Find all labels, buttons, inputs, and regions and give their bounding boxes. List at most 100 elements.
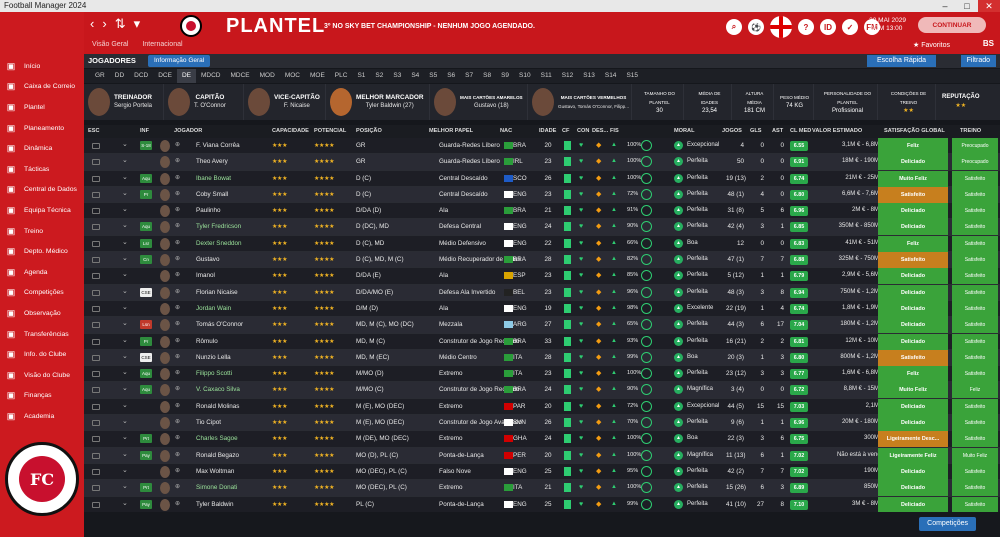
row-expand-icon[interactable]: ⌄ — [122, 221, 128, 229]
info-icon[interactable]: ⊕ — [175, 222, 180, 229]
info-icon[interactable]: ⊕ — [175, 337, 180, 344]
row-checkbox[interactable] — [92, 322, 100, 329]
sidebar-item-15[interactable]: ▣ Visão do Clube — [0, 365, 84, 386]
player-name[interactable]: F. Viana Corrêa — [196, 142, 240, 149]
tab-s15[interactable]: S15 — [621, 69, 643, 83]
player-name[interactable]: Coby Small — [196, 191, 228, 198]
player-name[interactable]: Florian Nicaise — [196, 289, 238, 296]
col-fis[interactable]: FIS — [610, 128, 619, 134]
sidebar-item-3[interactable]: ▣ Planeamento — [0, 118, 84, 139]
info-icon[interactable]: ⊕ — [175, 418, 180, 425]
red-cards-card[interactable]: MAIS CARTÕES VERMELHOS Gustavo, Tomás O'C… — [528, 84, 632, 120]
row-expand-icon[interactable]: ⌄ — [122, 287, 128, 295]
tab-gr[interactable]: GR — [90, 69, 110, 83]
tab-moe[interactable]: MOE — [305, 69, 330, 83]
tab-s1[interactable]: S1 — [352, 69, 370, 83]
col-con[interactable]: CON — [577, 128, 589, 134]
sidebar-item-10[interactable]: ▣ Agenda — [0, 262, 84, 283]
sidebar-item-1[interactable]: ▣ Caixa de Correio — [0, 77, 84, 98]
row-checkbox[interactable] — [92, 354, 100, 361]
competitions-button[interactable]: Competições — [919, 517, 976, 531]
col-inf[interactable]: INF — [140, 128, 149, 134]
info-icon[interactable]: ⊕ — [175, 174, 180, 181]
tab-s14[interactable]: S14 — [600, 69, 622, 83]
row-checkbox[interactable] — [92, 468, 100, 475]
tab-s9[interactable]: S9 — [496, 69, 514, 83]
info-icon[interactable]: ⊕ — [175, 288, 180, 295]
col-training[interactable]: TREINO — [960, 128, 981, 134]
filter-button[interactable]: Filtrado — [960, 55, 996, 67]
row-checkbox[interactable] — [92, 436, 100, 443]
col-capacity[interactable]: CAPACIDADE — [272, 128, 309, 134]
info-icon[interactable]: ⊕ — [175, 385, 180, 392]
view-selector[interactable]: Informação Geral — [148, 55, 211, 67]
sidebar-item-0[interactable]: ▣ Início — [0, 56, 84, 77]
table-row[interactable]: ⌄ ⊕ F. Viana Corrêa GR Guarda-Redes Líbero BR… — [84, 138, 1000, 155]
col-goals[interactable]: GLS — [750, 128, 762, 134]
support-icon[interactable]: ? — [798, 19, 814, 35]
id-icon[interactable]: ID — [820, 19, 836, 35]
table-row[interactable]: ⌄ ⊕ V. Caxaco Silva M/MO (C) Construtor de J… — [84, 382, 1000, 399]
tab-s12[interactable]: S12 — [557, 69, 579, 83]
info-icon[interactable]: ⊕ — [175, 320, 180, 327]
player-name[interactable]: Jordan Wain — [196, 305, 231, 312]
player-name[interactable]: Tomás O'Connor — [196, 321, 243, 328]
row-checkbox[interactable] — [92, 305, 100, 312]
table-row[interactable]: ⌄ ⊕ Nunzio Lella MD, M (EC) Médio Centro ITA 2… — [84, 349, 1000, 367]
subnav-international[interactable]: Internacional — [142, 41, 182, 48]
info-icon[interactable]: ⊕ — [175, 255, 180, 262]
player-name[interactable]: Ibane Bowat — [196, 175, 231, 182]
info-icon[interactable]: ⊕ — [175, 304, 180, 311]
table-row[interactable]: ⌄ ⊕ Florian Nicaise D/DA/MO (E) Defesa Ala I… — [84, 284, 1000, 301]
row-checkbox[interactable] — [92, 420, 100, 427]
row-expand-icon[interactable]: ⌄ — [122, 433, 128, 441]
row-expand-icon[interactable]: ⌄ — [122, 466, 128, 474]
settings-icon[interactable]: ✓ — [842, 19, 858, 35]
player-name[interactable]: Ronald Molinas — [196, 403, 239, 410]
col-rating[interactable]: CL MED — [790, 128, 811, 134]
table-row[interactable]: ⌄ ⊕ Tio Cipot M (E), MO (DEC) Construtor de … — [84, 415, 1000, 432]
col-satisfaction[interactable]: SATISFAÇÃO GLOBAL — [884, 128, 945, 134]
table-row[interactable]: ⌄ ⊕ Tyler Fredricson D (DC), MD Defesa Centr… — [84, 219, 1000, 236]
continue-button[interactable]: CONTINUAR — [918, 17, 986, 33]
row-expand-icon[interactable]: ⌄ — [122, 450, 128, 458]
tab-s3[interactable]: S3 — [388, 69, 406, 83]
table-row[interactable]: ⌄ ⊕ Ronald Begazo MO (D), PL (C) Ponta-de-La… — [84, 447, 1000, 464]
sidebar-item-16[interactable]: ▣ Finanças — [0, 386, 84, 407]
row-checkbox[interactable] — [92, 159, 100, 166]
top-scorer-card[interactable]: MELHOR MARCADOR Tyler Baldwin (27) — [326, 84, 430, 120]
favorites-button[interactable]: ★ Favoritos — [913, 41, 950, 49]
info-icon[interactable]: ⊕ — [175, 353, 180, 360]
close-icon[interactable]: ✕ — [978, 0, 1000, 12]
row-checkbox[interactable] — [92, 452, 100, 459]
player-name[interactable]: Dexter Sneddon — [196, 240, 242, 247]
table-row[interactable]: ⌄ ⊕ Ronald Molinas M (E), MO (DEC) Extremo PA… — [84, 398, 1000, 416]
england-flag-icon[interactable] — [770, 16, 792, 38]
info-icon[interactable]: ⊕ — [175, 157, 180, 164]
info-icon[interactable]: ⊕ — [175, 369, 180, 376]
tab-s4[interactable]: S4 — [406, 69, 424, 83]
tab-dce[interactable]: DCE — [153, 69, 177, 83]
tab-s6[interactable]: S6 — [442, 69, 460, 83]
tab-mdce[interactable]: MDCE — [226, 69, 255, 83]
row-expand-icon[interactable]: ⌄ — [122, 499, 128, 507]
trainer-card[interactable]: TREINADOR Sergio Portela — [84, 84, 164, 120]
tab-s7[interactable]: S7 — [460, 69, 478, 83]
player-name[interactable]: Filippo Scotti — [196, 370, 232, 377]
table-row[interactable]: ⌄ ⊕ Filippo Scotti M/MO (D) Extremo ITA 23 ♥ ◆ ▲ 1… — [84, 366, 1000, 383]
tab-s8[interactable]: S8 — [478, 69, 496, 83]
sidebar-item-9[interactable]: ▣ Depto. Médico — [0, 241, 84, 262]
row-checkbox[interactable] — [92, 338, 100, 345]
row-expand-icon[interactable]: ⌄ — [122, 156, 128, 164]
table-row[interactable]: ⌄ ⊕ Rômulo MD, M (C) Construtor de Jogo Recu… — [84, 333, 1000, 350]
table-row[interactable]: ⌄ ⊕ Jordan Wain D/M (D) Ala ENG 19 ♥ ◆ ▲ 98% ▲ Excel… — [84, 300, 1000, 318]
sidebar-item-14[interactable]: ▣ Info. do Clube — [0, 344, 84, 365]
col-cf[interactable]: CF — [562, 128, 569, 134]
tab-mod[interactable]: MOD — [255, 69, 280, 83]
quick-pick-button[interactable]: Escolha Rápida — [866, 55, 936, 67]
info-icon[interactable]: ⊕ — [175, 500, 180, 507]
row-checkbox[interactable] — [92, 371, 100, 378]
sidebar-item-12[interactable]: ▣ Observação — [0, 303, 84, 324]
row-checkbox[interactable] — [92, 387, 100, 394]
row-expand-icon[interactable]: ⌄ — [122, 303, 128, 311]
